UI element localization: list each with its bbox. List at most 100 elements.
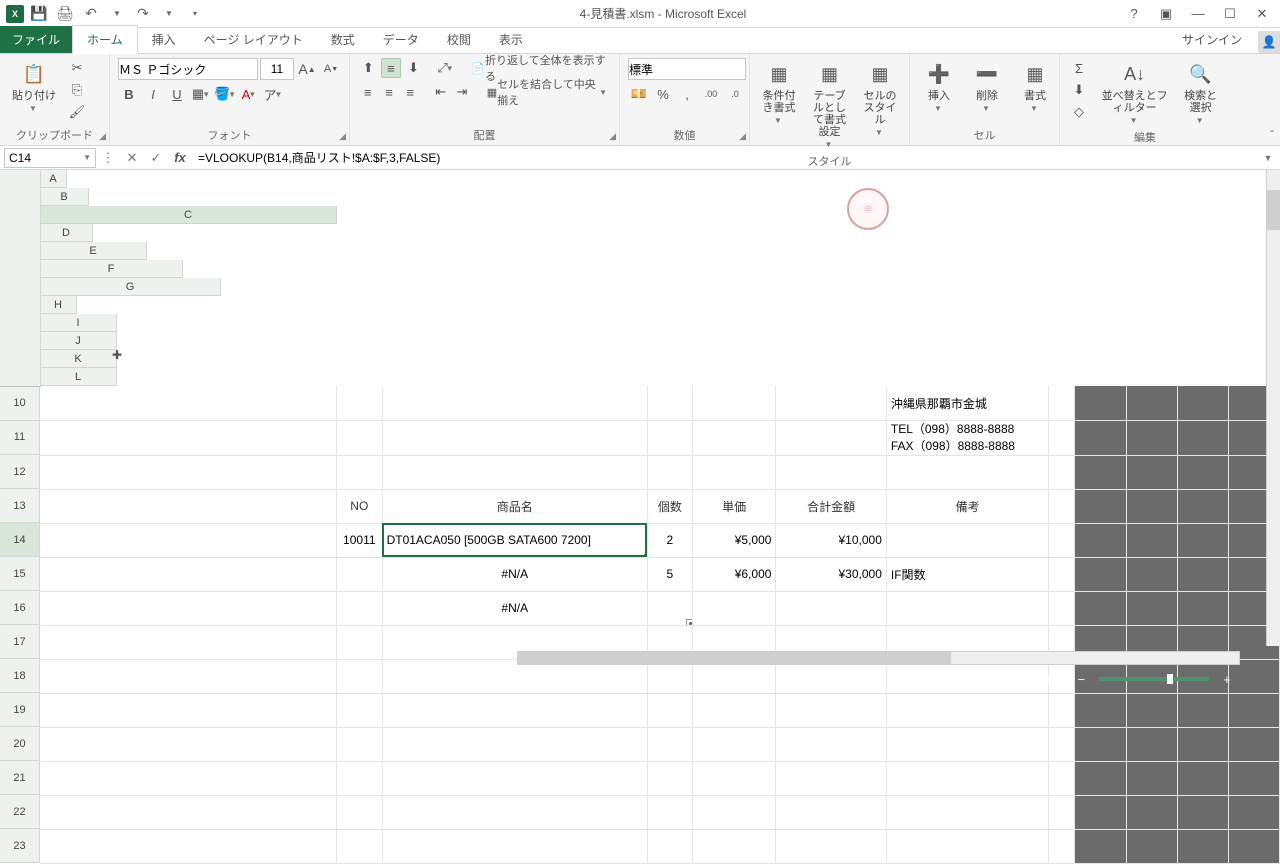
clipboard-dialog-launcher[interactable]: ◢	[99, 131, 106, 142]
font-name-select[interactable]	[118, 58, 258, 80]
delete-cells-button[interactable]: ➖削除▼	[966, 58, 1008, 115]
phonetic-button[interactable]: ア▼	[262, 84, 284, 104]
sort-filter-button[interactable]: A↓並べ替えとフィルター▼	[1096, 58, 1173, 127]
increase-decimal[interactable]: .00	[700, 84, 722, 104]
cell-H12[interactable]	[1049, 455, 1075, 489]
cell-G20[interactable]	[886, 727, 1049, 761]
cell-D16[interactable]: ▦	[647, 591, 692, 625]
qat-print-preview[interactable]: 🖨	[54, 3, 76, 25]
cell-K21[interactable]	[1177, 761, 1228, 795]
cell-A18[interactable]	[40, 659, 337, 693]
insert-function-button[interactable]: fx	[168, 148, 192, 168]
cell-J16[interactable]	[1126, 591, 1177, 625]
paste-button[interactable]: 📋 貼り付け ▼	[8, 58, 60, 115]
qat-customize[interactable]: ▾	[184, 3, 206, 25]
cell-F23[interactable]	[776, 829, 886, 863]
file-tab[interactable]: ファイル	[0, 26, 72, 53]
cell-B18[interactable]	[337, 659, 383, 693]
cell-C12[interactable]	[382, 455, 647, 489]
cell-K12[interactable]	[1177, 455, 1228, 489]
cell-G14[interactable]	[886, 523, 1049, 557]
cell-E16[interactable]	[692, 591, 776, 625]
cell-D19[interactable]	[647, 693, 692, 727]
cell-D23[interactable]	[647, 829, 692, 863]
cell-F21[interactable]	[776, 761, 886, 795]
cell-H19[interactable]	[1049, 693, 1075, 727]
cell-A16[interactable]	[40, 591, 337, 625]
cell-E15[interactable]: ¥6,000	[692, 557, 776, 591]
row-header-21[interactable]: 21	[0, 761, 40, 795]
cell-D22[interactable]	[647, 795, 692, 829]
cell-G22[interactable]	[886, 795, 1049, 829]
row-header-16[interactable]: 16	[0, 591, 40, 625]
row-header-20[interactable]: 20	[0, 727, 40, 761]
tab-page-layout[interactable]: ページ レイアウト	[190, 26, 317, 53]
cell-J11[interactable]	[1126, 421, 1177, 456]
row-header-14[interactable]: 14	[0, 523, 40, 557]
row-header-11[interactable]: 11	[0, 421, 40, 455]
cell-J21[interactable]	[1126, 761, 1177, 795]
cell-K23[interactable]	[1177, 829, 1228, 863]
cell-J12[interactable]	[1126, 455, 1177, 489]
cell-E11[interactable]	[692, 421, 776, 456]
cell-F12[interactable]	[776, 455, 886, 489]
col-header-E[interactable]: E	[41, 242, 147, 260]
align-bottom[interactable]: ⬇	[403, 58, 424, 78]
cell-C14[interactable]: DT01ACA050 [500GB SATA600 7200]	[382, 523, 647, 557]
cell-F13[interactable]: 合計金額	[776, 489, 886, 523]
expand-formula-bar[interactable]: ▼	[1256, 148, 1280, 168]
format-painter-button[interactable]: 🖌	[66, 102, 88, 122]
cell-K19[interactable]	[1177, 693, 1228, 727]
worksheet-grid[interactable]: ABCDEFGHIJKL10沖縄県那覇市金城11TEL（098）8888-888…	[0, 170, 1280, 646]
cell-F16[interactable]	[776, 591, 886, 625]
cell-K22[interactable]	[1177, 795, 1228, 829]
cell-E19[interactable]	[692, 693, 776, 727]
cell-I20[interactable]	[1075, 727, 1126, 761]
cell-J22[interactable]	[1126, 795, 1177, 829]
cell-E12[interactable]	[692, 455, 776, 489]
cell-K15[interactable]	[1177, 557, 1228, 591]
cell-J10[interactable]	[1126, 386, 1177, 421]
row-header-18[interactable]: 18	[0, 659, 40, 693]
cell-I19[interactable]	[1075, 693, 1126, 727]
maximize-button[interactable]: ☐	[1216, 2, 1244, 26]
horizontal-scrollbar[interactable]	[517, 651, 1240, 665]
cell-J19[interactable]	[1126, 693, 1177, 727]
cell-A22[interactable]	[40, 795, 337, 829]
cell-C10[interactable]	[382, 386, 647, 421]
qat-redo[interactable]: ↷	[132, 3, 154, 25]
fill-color-button[interactable]: 🪣▼	[214, 84, 236, 104]
view-normal[interactable]: ▦	[983, 671, 1003, 687]
cell-B22[interactable]	[337, 795, 383, 829]
cell-D14[interactable]: 2	[647, 523, 692, 557]
cell-G15[interactable]: IF関数	[886, 557, 1049, 591]
font-color-button[interactable]: A▼	[238, 84, 260, 104]
cell-I11[interactable]	[1075, 421, 1126, 456]
help-button[interactable]: ?	[1120, 2, 1148, 26]
cell-G19[interactable]	[886, 693, 1049, 727]
col-header-F[interactable]: F	[41, 260, 183, 278]
cell-A19[interactable]	[40, 693, 337, 727]
tab-formulas[interactable]: 数式	[317, 26, 369, 53]
cell-B15[interactable]	[337, 557, 383, 591]
cell-C23[interactable]	[382, 829, 647, 863]
tab-view[interactable]: 表示	[485, 26, 537, 53]
decrease-decimal[interactable]: .0	[724, 84, 746, 104]
cell-I14[interactable]	[1075, 523, 1126, 557]
formula-input[interactable]	[192, 148, 1256, 168]
enter-formula-button[interactable]: ✓	[144, 148, 168, 168]
cell-E10[interactable]	[692, 386, 776, 421]
cell-G21[interactable]	[886, 761, 1049, 795]
insert-cells-button[interactable]: ➕挿入▼	[918, 58, 960, 115]
row-header-19[interactable]: 19	[0, 693, 40, 727]
cell-I10[interactable]	[1075, 386, 1126, 421]
cell-E14[interactable]: ¥5,000	[692, 523, 776, 557]
find-select-button[interactable]: 🔍検索と選択▼	[1179, 58, 1222, 127]
cell-I23[interactable]	[1075, 829, 1126, 863]
cell-K13[interactable]	[1177, 489, 1228, 523]
qat-redo-menu[interactable]: ▼	[158, 3, 180, 25]
cell-D11[interactable]	[647, 421, 692, 456]
cell-H23[interactable]	[1049, 829, 1075, 863]
cell-C20[interactable]	[382, 727, 647, 761]
cell-D15[interactable]: 5	[647, 557, 692, 591]
